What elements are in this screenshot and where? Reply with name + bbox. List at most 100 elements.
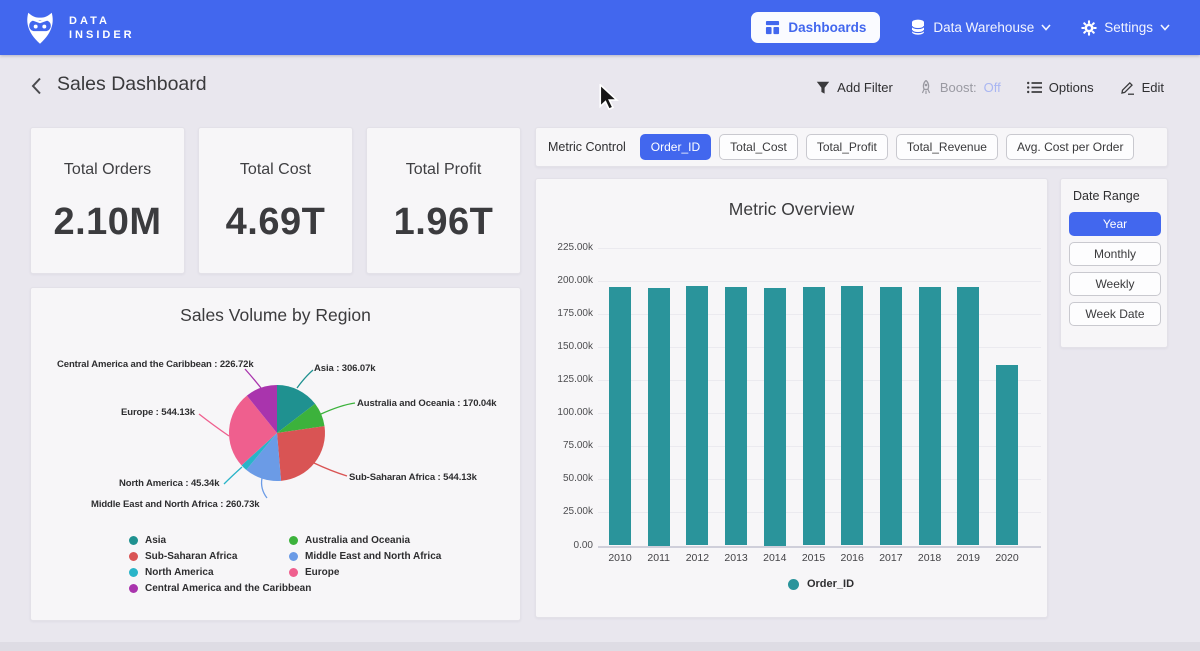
add-filter-button[interactable]: Add Filter xyxy=(816,80,893,95)
x-tick-label: 2012 xyxy=(676,552,718,564)
legend-item-central-america-and-the-caribbean[interactable]: Central America and the Caribbean xyxy=(129,583,311,594)
pie-legend-column: Australia and Oceania Middle East and Nor… xyxy=(289,535,441,578)
kpi-card-total-cost: Total Cost 4.69T xyxy=(198,127,353,274)
y-tick-label: 125.00k xyxy=(536,374,593,385)
pie-leader-line xyxy=(199,414,229,436)
kpi-card-total-profit: Total Profit 1.96T xyxy=(366,127,521,274)
date-range-label: Date Range xyxy=(1073,189,1159,203)
bar-2010[interactable] xyxy=(609,287,631,545)
bar-2012[interactable] xyxy=(686,286,708,545)
pie-slice-sub-saharan-africa[interactable] xyxy=(277,426,325,481)
kpi-card-total-orders: Total Orders 2.10M xyxy=(30,127,185,274)
pie-leader-line xyxy=(224,467,242,484)
metric-option-total-profit[interactable]: Total_Profit xyxy=(806,134,888,160)
bar-chart-card: Metric Overview 0.0025.00k50.00k75.00k10… xyxy=(535,178,1048,618)
x-tick-label: 2016 xyxy=(831,552,873,564)
boost-toggle[interactable]: Boost: Off xyxy=(919,80,1001,95)
legend-label: North America xyxy=(145,567,214,578)
kpi-label: Total Profit xyxy=(367,161,520,179)
bar-2020[interactable] xyxy=(996,365,1018,546)
legend-label: Middle East and North Africa xyxy=(305,551,441,562)
header-actions: Add Filter Boost: Off xyxy=(816,80,1164,95)
settings-label: Settings xyxy=(1104,20,1153,35)
brand-text: DATA INSIDER xyxy=(69,14,135,42)
back-chevron-icon xyxy=(31,77,42,95)
x-tick-label: 2011 xyxy=(638,552,680,564)
bar-2018[interactable] xyxy=(919,287,941,545)
date-range-option-weekly[interactable]: Weekly xyxy=(1069,272,1161,296)
legend-label: Sub-Saharan Africa xyxy=(145,551,237,562)
bar-2017[interactable] xyxy=(880,287,902,545)
y-tick-label: 175.00k xyxy=(536,308,593,319)
pie-leader-line xyxy=(262,478,267,498)
x-tick-label: 2015 xyxy=(793,552,835,564)
date-range-option-week-date[interactable]: Week Date xyxy=(1069,302,1161,326)
date-range-option-monthly[interactable]: Monthly xyxy=(1069,242,1161,266)
legend-item-sub-saharan-africa[interactable]: Sub-Saharan Africa xyxy=(129,551,311,562)
bar-chart-legend[interactable]: Order_ID xyxy=(601,578,1041,590)
settings-menu[interactable]: Settings xyxy=(1081,20,1170,36)
filter-funnel-icon xyxy=(816,81,830,95)
y-tick-label: 50.00k xyxy=(536,473,593,484)
bottom-strip xyxy=(0,642,1200,651)
gridline xyxy=(598,248,1041,249)
navbar-menu: Dashboards Data Warehouse xyxy=(751,12,1170,43)
pie-slice-label: Asia : 306.07k xyxy=(314,363,375,374)
legend-item-australia-and-oceania[interactable]: Australia and Oceania xyxy=(289,535,441,546)
x-tick-label: 2020 xyxy=(986,552,1028,564)
kpi-label: Total Orders xyxy=(31,161,184,179)
pie-slice-label: Europe : 544.13k xyxy=(121,407,195,418)
kpi-value: 4.69T xyxy=(199,201,352,244)
bar-2011[interactable] xyxy=(648,288,670,546)
legend-item-europe[interactable]: Europe xyxy=(289,567,441,578)
options-list-icon xyxy=(1027,81,1042,94)
add-filter-label: Add Filter xyxy=(837,80,893,95)
x-tick-label: 2019 xyxy=(947,552,989,564)
metric-option-total-cost[interactable]: Total_Cost xyxy=(719,134,798,160)
bar-2019[interactable] xyxy=(957,287,979,545)
dashboards-button[interactable]: Dashboards xyxy=(751,12,880,43)
legend-item-middle-east-and-north-africa[interactable]: Middle East and North Africa xyxy=(289,551,441,562)
legend-dot xyxy=(788,579,799,590)
boost-value: Off xyxy=(984,80,1001,95)
bar-2013[interactable] xyxy=(725,287,747,545)
x-tick-label: 2018 xyxy=(909,552,951,564)
options-button[interactable]: Options xyxy=(1027,80,1094,95)
date-range-option-year[interactable]: Year xyxy=(1069,212,1161,236)
metric-option-avg-cost-per-order[interactable]: Avg. Cost per Order xyxy=(1006,134,1135,160)
pie-leader-line xyxy=(297,370,313,388)
brand-line1: DATA xyxy=(69,14,135,28)
edit-button[interactable]: Edit xyxy=(1120,80,1164,95)
bar-2015[interactable] xyxy=(803,287,825,545)
y-tick-label: 25.00k xyxy=(536,506,593,517)
pie-leader-line xyxy=(321,403,355,414)
owl-logo-icon xyxy=(22,10,58,46)
dashboards-label: Dashboards xyxy=(788,20,866,35)
metric-option-total-revenue[interactable]: Total_Revenue xyxy=(896,134,998,160)
pie-slice-label: North America : 45.34k xyxy=(119,478,219,489)
kpi-value: 2.10M xyxy=(31,201,184,244)
legend-dot xyxy=(129,568,138,577)
pie-leader-line xyxy=(314,463,347,476)
data-warehouse-menu[interactable]: Data Warehouse xyxy=(910,19,1051,36)
legend-dot xyxy=(289,536,298,545)
x-axis-line xyxy=(598,546,1041,548)
x-tick-label: 2013 xyxy=(715,552,757,564)
brand-line2: INSIDER xyxy=(69,28,135,42)
x-tick-label: 2014 xyxy=(754,552,796,564)
edit-label: Edit xyxy=(1142,80,1164,95)
bar-2014[interactable] xyxy=(764,288,786,546)
pie-slice-label: Sub-Saharan Africa : 544.13k xyxy=(349,472,477,483)
bar-2016[interactable] xyxy=(841,286,863,545)
pie-slice-label: Australia and Oceania : 170.04k xyxy=(357,398,496,409)
y-tick-label: 225.00k xyxy=(536,242,593,253)
metric-option-order-id[interactable]: Order_ID xyxy=(640,134,711,160)
kpi-label: Total Cost xyxy=(199,161,352,179)
legend-item-north-america[interactable]: North America xyxy=(129,567,311,578)
x-tick-label: 2010 xyxy=(599,552,641,564)
legend-item-asia[interactable]: Asia xyxy=(129,535,311,546)
x-tick-label: 2017 xyxy=(870,552,912,564)
y-tick-label: 150.00k xyxy=(536,341,593,352)
legend-label: Europe xyxy=(305,567,339,578)
back-button[interactable] xyxy=(26,77,46,97)
